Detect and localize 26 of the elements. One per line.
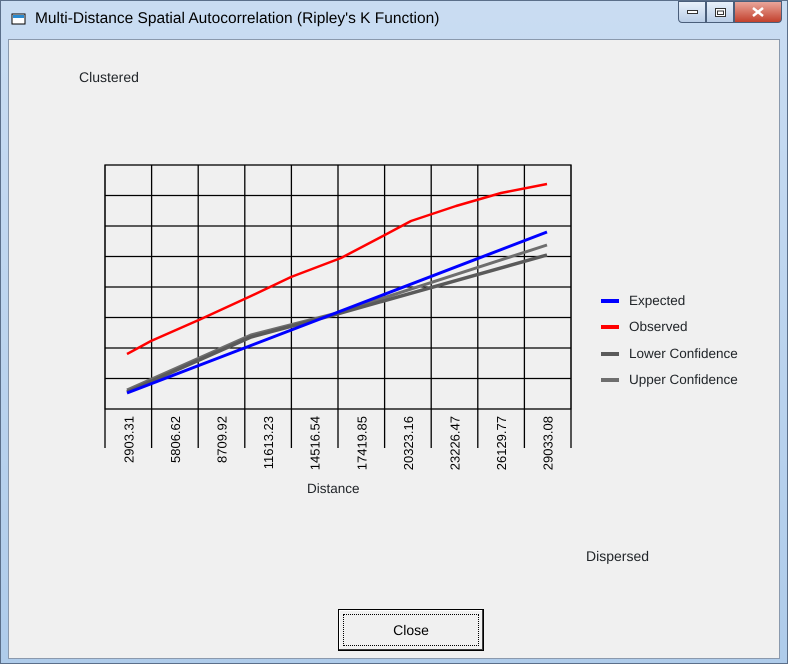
axis-tick-label: 14516.54 [308,416,323,470]
axis-tick-label: 29033.08 [540,416,556,470]
axis-tick-label: 11613.23 [261,416,276,470]
legend-label: Lower Confidence [629,344,738,362]
legend-label: Observed [629,318,688,336]
maximize-button[interactable] [706,1,734,23]
close-icon [752,7,764,17]
legend-label: Upper Confidence [629,370,738,389]
axis-tick-label: 23226.47 [448,416,462,470]
dispersed-label: Dispersed [586,547,650,566]
window-title: Multi-Distance Spatial Autocorrelation (Ripley's K Function) [35,9,440,30]
minimize-button[interactable] [678,1,706,23]
axis-tick-label: 2903.31 [121,416,136,463]
window-icon [11,12,27,26]
axis-title: Distance [307,480,360,498]
axis-tick-label: 17419.85 [354,416,370,470]
minimize-icon [686,10,698,14]
maximize-icon [714,8,726,16]
axis-tick-label: 26129.77 [494,416,510,470]
axis-tick-label: 8709.92 [214,416,230,463]
axis-tick-label: 20323.16 [400,416,416,470]
close-button[interactable] [734,1,782,23]
legend-label: Expected [629,292,686,310]
axis-tick-label: 5806.62 [168,416,183,463]
close-dialog-button[interactable]: Close [338,609,484,652]
clustered-label: Clustered [79,68,139,87]
